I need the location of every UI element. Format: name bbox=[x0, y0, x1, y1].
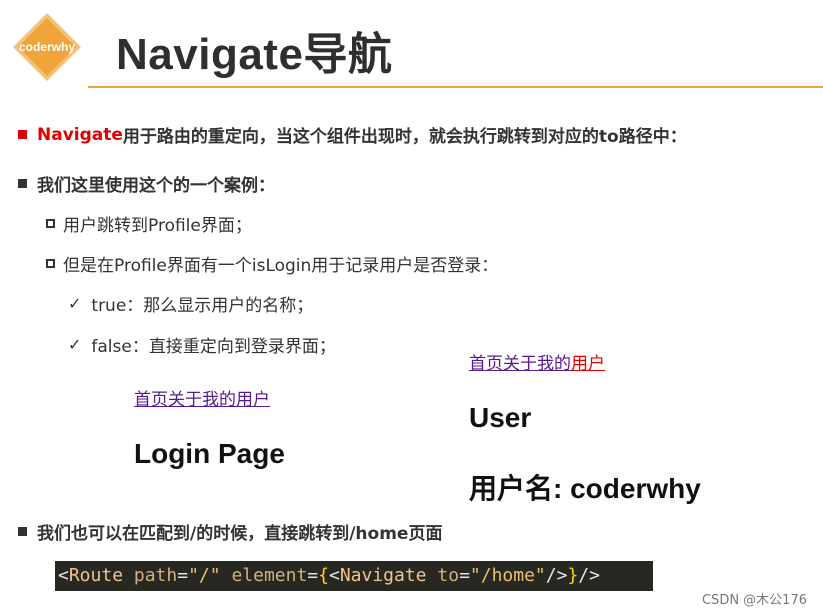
bullet-case: 我们这里使用这个的一个案例： bbox=[18, 171, 275, 196]
title-divider bbox=[88, 86, 823, 88]
code-token: = bbox=[307, 565, 319, 586]
red-square-bullet-icon bbox=[18, 130, 27, 139]
check-item-true: ✓ true：那么显示用户的名称； bbox=[68, 291, 313, 316]
square-bullet-icon bbox=[18, 179, 27, 188]
bullet-text: 我们也可以在匹配到/的时候，直接跳转到/home页面 bbox=[37, 524, 443, 544]
page-title: Navigate导航 bbox=[116, 30, 393, 79]
demo-right-nav: 首页关于我的用户 bbox=[469, 349, 605, 374]
code-token: /> bbox=[545, 565, 568, 586]
nav-link-mine[interactable]: 我的 bbox=[202, 390, 236, 410]
logo-diamond-icon: coderwhy bbox=[13, 13, 81, 81]
code-token: to bbox=[437, 565, 460, 586]
nav-link-home[interactable]: 首页 bbox=[134, 390, 168, 410]
sub-item-profile: 用户跳转到Profile界面； bbox=[46, 211, 252, 236]
code-token: Route bbox=[68, 565, 124, 586]
code-token: Navigate bbox=[339, 565, 427, 586]
sub-text: 但是在Profile界面有一个isLogin用于记录用户是否登录： bbox=[63, 256, 499, 276]
nav-link-mine[interactable]: 我的 bbox=[537, 354, 571, 374]
code-snippet: <Route path="/" element={<Navigate to="/… bbox=[55, 561, 653, 591]
code-token: /> bbox=[578, 565, 600, 586]
code-token: = bbox=[177, 565, 189, 586]
code-token: path bbox=[133, 565, 178, 586]
logo-text: coderwhy bbox=[19, 40, 75, 54]
coderwhy-logo: coderwhy bbox=[11, 11, 83, 83]
checkmark-icon: ✓ bbox=[68, 335, 82, 354]
user-heading: User bbox=[469, 402, 532, 433]
sub-text: 用户跳转到Profile界面； bbox=[63, 216, 252, 236]
checkmark-icon: ✓ bbox=[68, 294, 82, 313]
navigate-keyword: Navigate bbox=[37, 124, 123, 145]
csdn-watermark: CSDN @木公176 bbox=[701, 593, 807, 608]
demo-left-nav: 首页关于我的用户 bbox=[134, 385, 270, 410]
code-token: = bbox=[459, 565, 470, 586]
code-token: } bbox=[567, 565, 579, 586]
code-token: < bbox=[328, 565, 340, 586]
square-bullet-icon bbox=[18, 527, 27, 536]
bullet-navigate: Navigate 用于路由的重定向，当这个组件出现时，就会执行跳转到对应的to路… bbox=[18, 122, 687, 147]
code-token: element bbox=[231, 565, 308, 586]
code-token: "/" bbox=[188, 565, 221, 586]
nav-link-about[interactable]: 关于 bbox=[168, 390, 202, 410]
bullet-home-redirect: 我们也可以在匹配到/的时候，直接跳转到/home页面 bbox=[18, 519, 442, 544]
bullet-text: 用于路由的重定向，当这个组件出现时，就会执行跳转到对应的to路径中： bbox=[122, 127, 687, 147]
nav-link-user[interactable]: 用户 bbox=[236, 390, 270, 410]
nav-link-user-active[interactable]: 用户 bbox=[571, 354, 605, 374]
code-token: "/home" bbox=[469, 565, 546, 586]
nav-link-home[interactable]: 首页 bbox=[469, 354, 503, 374]
bullet-text: 我们这里使用这个的一个案例： bbox=[37, 176, 275, 196]
code-token: { bbox=[318, 565, 329, 586]
hollow-square-bullet-icon bbox=[46, 219, 55, 228]
check-text: false：直接重定向到登录界面； bbox=[91, 337, 336, 357]
hollow-square-bullet-icon bbox=[46, 259, 55, 268]
check-item-false: ✓ false：直接重定向到登录界面； bbox=[68, 332, 336, 357]
code-token: < bbox=[58, 565, 69, 586]
check-text: true：那么显示用户的名称； bbox=[91, 296, 314, 316]
login-page-heading: Login Page bbox=[134, 438, 285, 469]
username-text: 用户名: coderwhy bbox=[469, 473, 701, 504]
sub-item-islogin: 但是在Profile界面有一个isLogin用于记录用户是否登录： bbox=[46, 251, 498, 276]
nav-link-about[interactable]: 关于 bbox=[503, 354, 537, 374]
